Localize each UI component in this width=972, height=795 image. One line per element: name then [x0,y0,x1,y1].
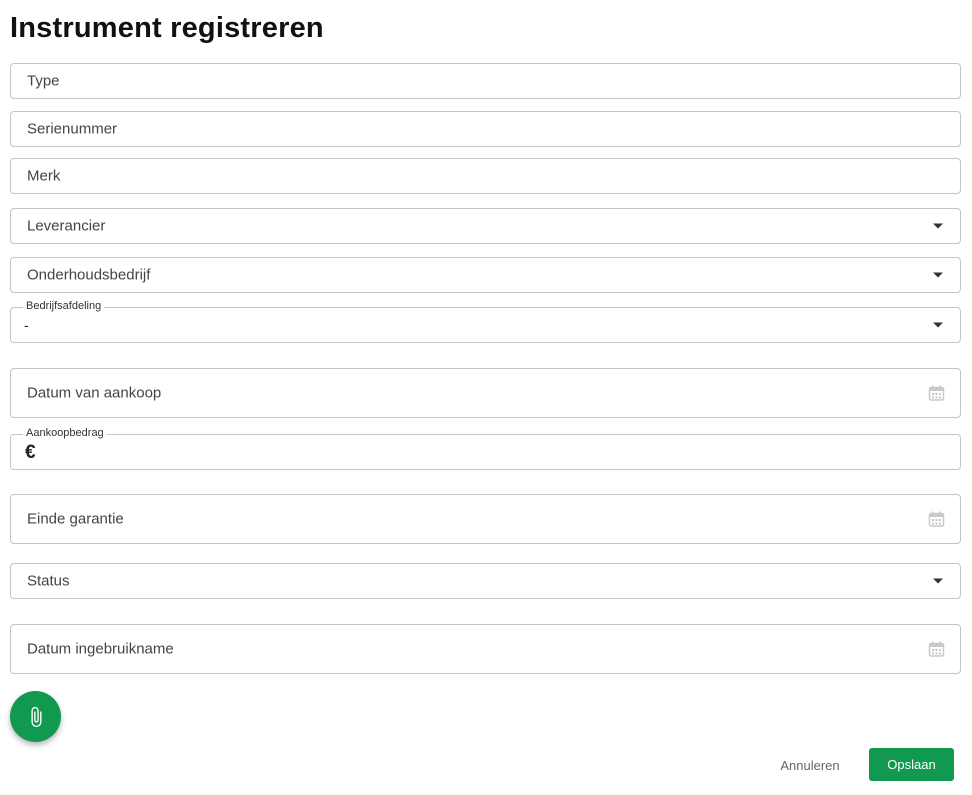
supplier-select[interactable]: Leverancier [10,208,961,244]
status-select[interactable]: Status [10,563,961,599]
purchase-date-placeholder: Datum van aankoop [27,384,162,402]
chevron-down-icon [933,272,943,278]
commissioning-date-field[interactable]: Datum ingebruikname [10,624,961,674]
calendar-icon[interactable] [928,511,945,528]
serial-number-field[interactable]: Serienummer [10,111,961,147]
type-placeholder: Type [27,72,60,90]
page-title: Instrument registreren [10,12,324,44]
purchase-date-field[interactable]: Datum van aankoop [10,368,961,418]
maintenance-company-placeholder: Onderhoudsbedrijf [27,266,151,284]
calendar-icon[interactable] [928,385,945,402]
purchase-amount-label: Aankoopbedrag [23,427,107,439]
status-placeholder: Status [27,572,70,590]
commissioning-date-placeholder: Datum ingebruikname [27,640,174,658]
department-label: Bedrijfsafdeling [23,300,105,312]
save-button[interactable]: Opslaan [869,748,954,781]
warranty-end-placeholder: Einde garantie [27,510,124,528]
maintenance-company-select[interactable]: Onderhoudsbedrijf [10,257,961,293]
chevron-down-icon [933,578,943,584]
cancel-button[interactable]: Annuleren [766,749,854,781]
chevron-down-icon [933,322,943,328]
type-field[interactable]: Type [10,63,961,99]
purchase-amount-field[interactable]: Aankoopbedrag € [10,427,961,470]
department-value: - [24,317,29,333]
supplier-placeholder: Leverancier [27,217,106,235]
attach-button[interactable] [10,691,61,742]
department-select[interactable]: Bedrijfsafdeling - [10,300,961,343]
calendar-icon[interactable] [928,641,945,658]
euro-icon: € [25,442,36,463]
brand-placeholder: Merk [27,167,61,185]
warranty-end-field[interactable]: Einde garantie [10,494,961,544]
serial-number-placeholder: Serienummer [27,120,118,138]
paperclip-icon [30,706,41,727]
brand-field[interactable]: Merk [10,158,961,194]
chevron-down-icon [933,223,943,229]
